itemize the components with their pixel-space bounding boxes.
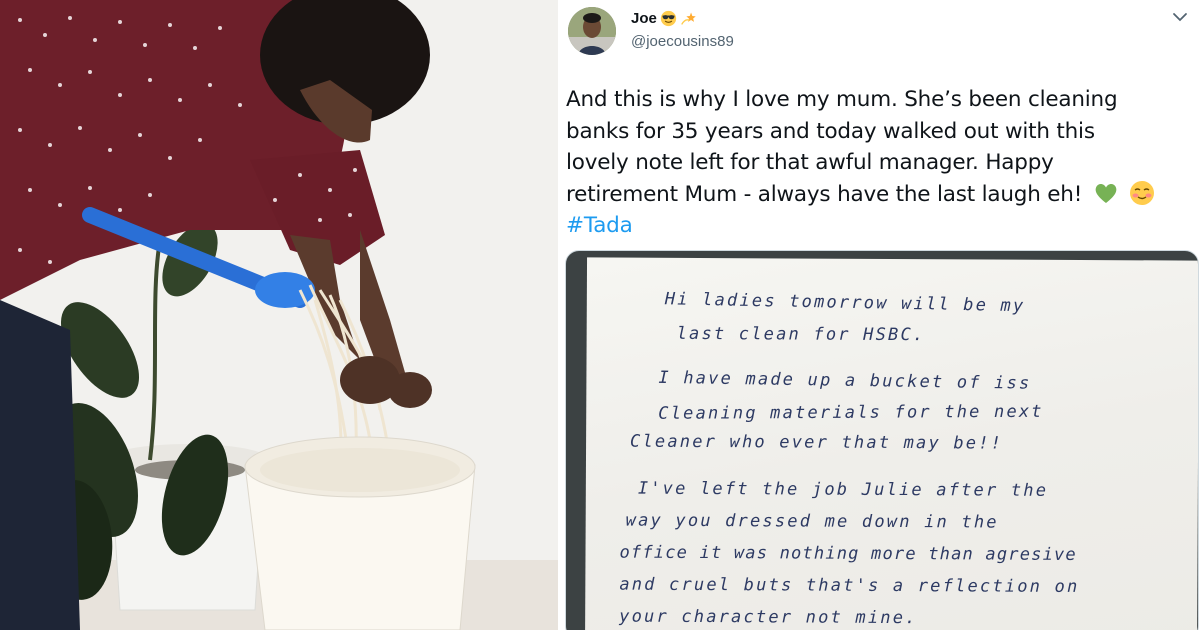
green-heart-emoji-icon xyxy=(1095,183,1117,203)
tweet-line: lovely note left for that awful manager.… xyxy=(566,150,1054,175)
note-line: I've left the job Julie after the xyxy=(637,478,1049,501)
profile-photo-icon xyxy=(568,7,616,55)
tweet-line-with-emojis: retirement Mum - always have the last la… xyxy=(566,179,1196,211)
note-line: last clean for HSBC. xyxy=(676,323,926,346)
tweet-line: banks for 35 years and today walked out … xyxy=(566,118,1095,144)
tweet-card[interactable]: Joe @joecousins89 And this is why I love… xyxy=(558,0,1200,630)
note-line: your character not mine. xyxy=(619,606,918,629)
note-line: Cleaning materials for the next xyxy=(658,401,1044,424)
note-line: Hi ladies tomorrow will be my xyxy=(664,289,1026,317)
display-name[interactable]: Joe xyxy=(631,10,697,27)
tweet-line: And this is why I love my mum. She’s bee… xyxy=(566,87,1118,112)
woman-wringing-mop-illustration xyxy=(0,0,558,630)
more-options-chevron-down-icon[interactable] xyxy=(1170,10,1190,24)
avatar[interactable] xyxy=(568,7,616,55)
user-handle[interactable]: @joecousins89 xyxy=(631,33,734,50)
cool-face-emoji-icon xyxy=(660,10,677,27)
display-name-text: Joe xyxy=(631,10,657,27)
note-line: I have made up a bucket of iss xyxy=(658,367,1032,394)
tweet-line: retirement Mum - always have the last la… xyxy=(566,181,1083,207)
note-line: Cleaner who ever that may be!! xyxy=(630,431,1004,454)
note-line: office it was nothing more than agresive xyxy=(619,542,1077,565)
cleaning-photo xyxy=(0,0,558,630)
note-line: and cruel buts that's a reflection on xyxy=(619,574,1080,597)
tweet-media-image[interactable]: Hi ladies tomorrow will be my last clean… xyxy=(565,250,1199,630)
blushing-face-emoji-icon xyxy=(1130,180,1155,205)
hashtag-link[interactable]: #Tada xyxy=(566,210,1196,242)
note-text: Hi ladies tomorrow will be my last clean… xyxy=(617,286,1198,628)
dizzy-star-emoji-icon xyxy=(680,12,696,25)
handwritten-note: Hi ladies tomorrow will be my last clean… xyxy=(584,257,1198,630)
tweet-body: And this is why I love my mum. She’s bee… xyxy=(566,84,1196,242)
note-line: way you dressed me down in the xyxy=(625,510,999,533)
